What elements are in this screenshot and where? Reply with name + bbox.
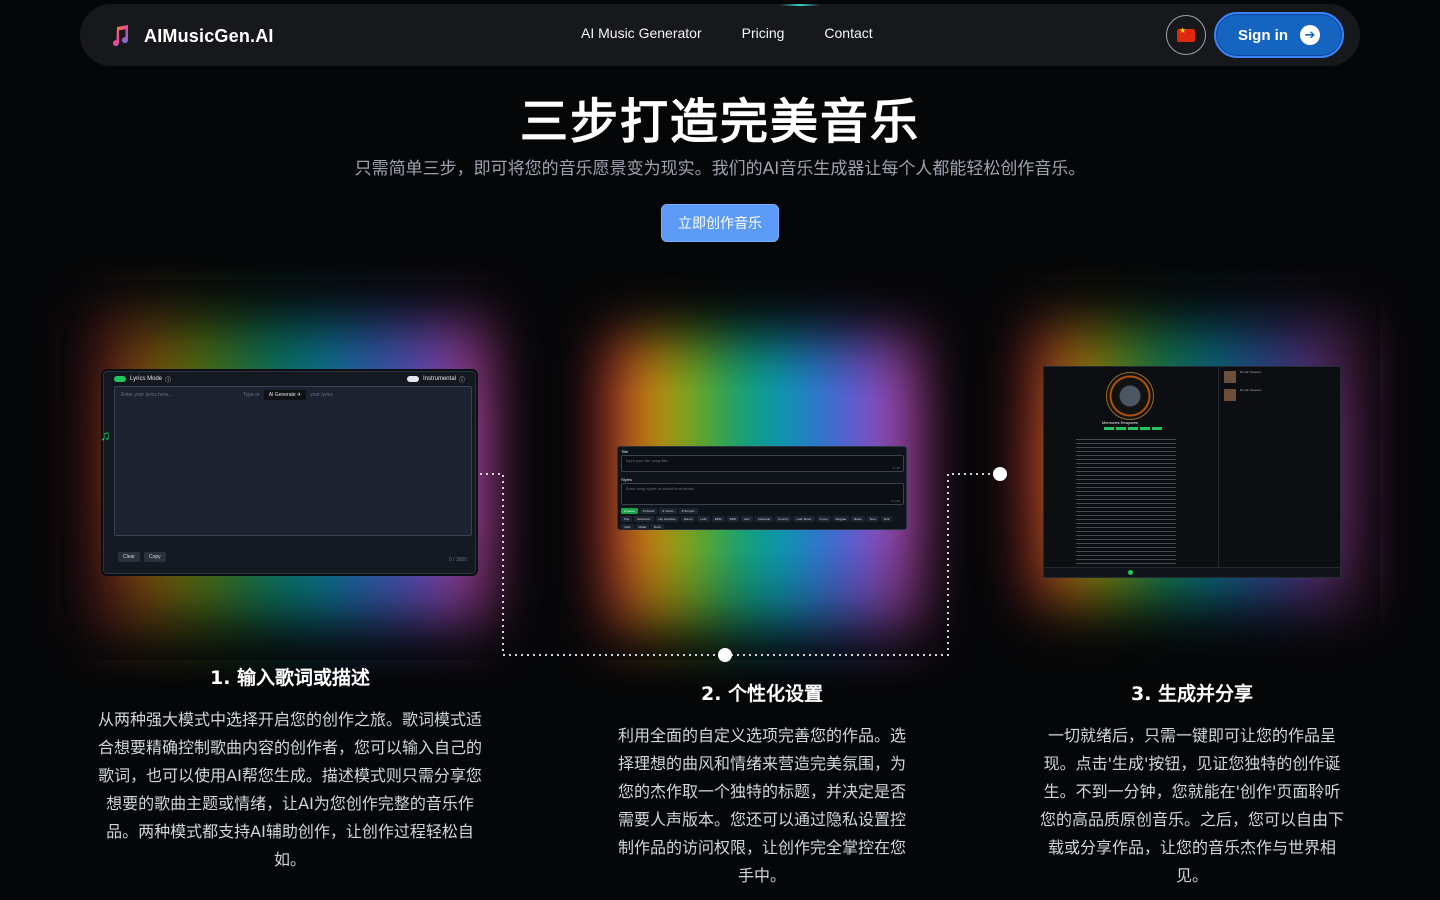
instrumental-label: Instrumental bbox=[422, 376, 456, 382]
step3-description: 一切就绪后，只需一键即可让您的作品呈现。点击'生成'按钮，见证您独特的创作诞生。… bbox=[1039, 726, 1344, 885]
nav-links: AI Music Generator Pricing Contact bbox=[581, 25, 873, 41]
genre-tag: EDM bbox=[711, 516, 725, 522]
album-disc bbox=[1106, 372, 1154, 420]
your-lyrics-text: your lyrics bbox=[310, 392, 333, 398]
char-counter: 0 / 3000 bbox=[448, 557, 467, 563]
styles-input: Enter song styles or select from below..… bbox=[621, 483, 904, 505]
step3-screenshot: Memories Reaparee Mi Lider Reaparee Mi L… bbox=[1043, 366, 1341, 578]
lyrics-actions: Clear Copy bbox=[118, 552, 166, 562]
step1-description: 从两种强大模式中选择开启您的创作之旅。歌词模式适合想要精确控制歌曲内容的创作者，… bbox=[97, 710, 482, 869]
song-tag bbox=[1140, 427, 1150, 430]
title-field-label: Title bbox=[621, 449, 629, 454]
clear-button: Clear bbox=[118, 552, 140, 562]
nav-link-pricing[interactable]: Pricing bbox=[742, 25, 785, 41]
nav-accent-glow bbox=[780, 4, 820, 6]
genre-tag: Pop bbox=[621, 516, 633, 522]
sign-in-button[interactable]: Sign in ➔ bbox=[1214, 12, 1344, 58]
genre-tag: Jazz bbox=[740, 516, 753, 522]
step2-title: 2. 个性化设置 bbox=[700, 683, 824, 705]
title-placeholder: Input your the song title bbox=[626, 458, 668, 463]
genre-tag: Latin Music bbox=[793, 516, 815, 522]
music-note-icon: ♫ bbox=[100, 427, 111, 443]
info-icon: ⓘ bbox=[165, 377, 172, 384]
arrow-right-icon: ➔ bbox=[1300, 25, 1320, 45]
song-tag bbox=[1116, 427, 1126, 430]
ai-generate-label: AI Generate bbox=[268, 392, 296, 398]
language-switcher-button[interactable] bbox=[1166, 15, 1206, 55]
copy-button: Copy bbox=[143, 552, 166, 562]
lyrics-textarea: Enter your lyrics here... Type or AI Gen… bbox=[114, 386, 472, 536]
song-tags bbox=[1104, 427, 1162, 430]
ai-generate-button: AI Generate ✈ bbox=[263, 390, 307, 400]
song-list-item: Mi Lider Reaparee bbox=[1224, 389, 1334, 405]
top-navbar: AIMusicGen.AI AI Music Generator Pricing… bbox=[80, 4, 1360, 66]
type-or-text: Type or bbox=[243, 392, 260, 398]
lyrics-mode-label: Lyrics Mode bbox=[130, 376, 163, 382]
style-tabs: # Genre # Moods # Voices # Tempos bbox=[621, 508, 906, 514]
step3-title: 3. 生成并分享 bbox=[1130, 683, 1254, 705]
brand-name: AIMusicGen.AI bbox=[144, 25, 274, 46]
audio-player-bar bbox=[1044, 567, 1340, 577]
song-list-title: Mi Lider Reaparee bbox=[1240, 371, 1262, 374]
nav-link-contact[interactable]: Contact bbox=[824, 25, 872, 41]
lyrics-mode-bar: Lyrics Mode ⓘ Instrumental ⓘ bbox=[104, 372, 475, 386]
style-tab: # Voices bbox=[659, 508, 677, 514]
create-music-button[interactable]: 立即创作音乐 bbox=[661, 204, 779, 242]
brand-logo[interactable]: AIMusicGen.AI bbox=[108, 24, 274, 48]
genre-tag: Country bbox=[774, 516, 792, 522]
sign-in-label: Sign in bbox=[1238, 26, 1288, 44]
panel-divider bbox=[1218, 367, 1219, 567]
song-tag bbox=[1152, 427, 1162, 430]
genre-tag: Rock bbox=[650, 524, 664, 530]
genre-tag: Hip Hop/Rap bbox=[655, 516, 679, 522]
lyrics-preview bbox=[1076, 439, 1176, 569]
lyrics-placeholder: Enter your lyrics here... bbox=[121, 392, 173, 398]
styles-placeholder: Enter song styles or select from below..… bbox=[626, 486, 697, 491]
song-tag bbox=[1104, 427, 1114, 430]
title-count: 0 / 80 bbox=[892, 466, 900, 470]
genre-tag: Blues bbox=[851, 516, 865, 522]
genre-tag: R&B bbox=[726, 516, 739, 522]
play-icon bbox=[1128, 570, 1133, 575]
style-tab: # Genre bbox=[621, 508, 638, 514]
song-title: Memories Reaparee bbox=[1102, 420, 1139, 425]
genre-tag: Classical bbox=[754, 516, 773, 522]
genre-tag: Electronic bbox=[634, 516, 654, 522]
info-icon: ⓘ bbox=[458, 377, 465, 384]
page-title: 三步打造完美音乐 bbox=[519, 94, 920, 150]
styles-count: 0 / 120 bbox=[890, 499, 900, 503]
step1-screenshot: Lyrics Mode ⓘ Instrumental ⓘ Enter your … bbox=[100, 371, 476, 574]
styles-field-label: Styles bbox=[621, 477, 632, 482]
style-tab: # Moods bbox=[639, 508, 658, 514]
genre-tag: Folk bbox=[880, 516, 893, 522]
title-input: Input your the song title 0 / 80 bbox=[621, 455, 904, 472]
song-list-title: Mi Lider Reaparee bbox=[1240, 389, 1262, 392]
step1-title: 1. 输入歌词或描述 bbox=[209, 667, 371, 689]
instrumental-toggle bbox=[406, 376, 419, 382]
style-tab: # Tempos bbox=[678, 508, 698, 514]
flag-cn-icon bbox=[1177, 26, 1195, 42]
genre-tag: Metal bbox=[635, 524, 649, 530]
genre-tags: Pop Electronic Hip Hop/Rap Dance Latin EDM R&B… bbox=[621, 516, 906, 530]
genre-tag: Reggae bbox=[832, 516, 850, 522]
nav-link-ai-music-generator[interactable]: AI Music Generator bbox=[581, 25, 702, 41]
ai-generate-hint: Type or AI Generate ✈ your lyrics bbox=[243, 390, 333, 400]
song-tag bbox=[1128, 427, 1138, 430]
genre-tag: Soul bbox=[866, 516, 879, 522]
genre-tag: Indie bbox=[621, 524, 634, 530]
genre-tag: K-pop bbox=[816, 516, 831, 522]
instrumental-group: Instrumental ⓘ bbox=[406, 375, 465, 384]
music-note-icon bbox=[113, 25, 129, 47]
page-subtitle: 只需简单三步，即可将您的音乐愿景变为现实。我们的AI音乐生成器让每个人都能轻松创… bbox=[354, 159, 1086, 179]
song-thumbnail bbox=[1224, 389, 1236, 401]
lyrics-mode-toggle bbox=[114, 376, 126, 382]
step2-screenshot: Title Input your the song title 0 / 80 S… bbox=[617, 446, 907, 530]
genre-tag: Dance bbox=[680, 516, 696, 522]
song-list-item: Mi Lider Reaparee bbox=[1224, 371, 1334, 387]
step2-description: 利用全面的自定义选项完善您的作品。选择理想的曲风和情绪来营造完美氛围，为您的杰作… bbox=[617, 726, 906, 885]
song-thumbnail bbox=[1224, 371, 1236, 383]
genre-tag: Latin bbox=[697, 516, 710, 522]
